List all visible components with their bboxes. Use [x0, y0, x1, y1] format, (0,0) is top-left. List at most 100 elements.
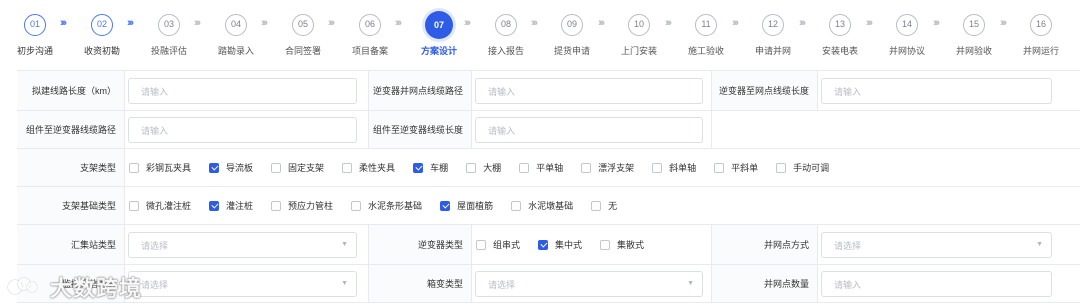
- form-row: 支架类型 彩钢瓦夹具 导流板 固定支架 柔性夹具 车棚 大棚 平单轴 漂浮支架 斜单轴 平斜单 手动…: [17, 149, 1080, 187]
- inverter-cable-length-input[interactable]: 请输入: [821, 78, 1052, 104]
- checkbox-label: 柔性夹具: [359, 163, 396, 173]
- field-label: 组件至逆变器线缆路径: [17, 111, 124, 148]
- step-12[interactable]: 12 申请并网: [740, 14, 806, 57]
- checkbox-checked[interactable]: [413, 162, 424, 173]
- step-05[interactable]: 05 合同签署: [270, 14, 336, 57]
- checkbox-option[interactable]: 灌注桩: [209, 199, 253, 212]
- step-04[interactable]: 04 踏勘录入: [203, 14, 269, 57]
- checkbox[interactable]: [776, 162, 787, 173]
- checkbox[interactable]: [466, 162, 477, 173]
- step-14[interactable]: 14 并网协议: [874, 14, 940, 57]
- checkbox-option[interactable]: 漂浮支架: [581, 161, 634, 174]
- step-01[interactable]: 01 初步沟通: [2, 14, 68, 57]
- checkbox[interactable]: [129, 200, 139, 211]
- checkbox-option[interactable]: 集中式: [538, 238, 582, 251]
- checkbox-label: 固定支架: [288, 163, 325, 173]
- checkbox-option[interactable]: 微孔灌注桩: [129, 199, 191, 212]
- inverter-cable-path-input[interactable]: 请输入: [475, 78, 703, 104]
- checkbox[interactable]: [271, 200, 282, 211]
- monitoring-comm-select[interactable]: 请选择 ▼: [128, 271, 357, 297]
- grid-connection-mode-select[interactable]: 请选择 ▼: [821, 232, 1052, 258]
- checkbox-checked[interactable]: [440, 200, 451, 211]
- checkbox-option[interactable]: 集散式: [600, 238, 644, 251]
- checkbox[interactable]: [652, 162, 663, 173]
- checkbox-option[interactable]: 预应力管柱: [271, 199, 333, 212]
- form-row: 汇集站类型 请选择 ▼ 逆变器类型 组串式 集中式 集散式 并网点方式 请选择 ▼: [17, 225, 1080, 265]
- step-07[interactable]: 07 方案设计: [406, 11, 472, 57]
- step-08[interactable]: 08 接入报告: [473, 14, 539, 57]
- checkbox-option[interactable]: 平单轴: [519, 161, 563, 174]
- step-11[interactable]: 11 施工验收: [673, 14, 739, 57]
- checkbox[interactable]: [342, 162, 353, 173]
- checkbox-option[interactable]: 屋面植筋: [440, 199, 493, 212]
- step-15[interactable]: 15 并网验收: [941, 14, 1007, 57]
- checkbox[interactable]: [129, 162, 139, 173]
- checkbox[interactable]: [591, 200, 602, 211]
- module-cable-length-input[interactable]: 请输入: [475, 117, 703, 143]
- checkbox-option[interactable]: 组串式: [476, 238, 520, 251]
- watermark-text: 大数跨境: [50, 276, 143, 301]
- step-number: 03: [158, 14, 180, 36]
- checkbox-option[interactable]: 手动可调: [776, 161, 829, 174]
- select-placeholder: 请选择: [141, 240, 169, 251]
- checkbox[interactable]: [714, 162, 725, 173]
- line-length-input[interactable]: 请输入: [128, 78, 357, 104]
- step-number: 14: [896, 14, 918, 36]
- checkbox-option[interactable]: 固定支架: [271, 161, 324, 174]
- checkbox[interactable]: [581, 162, 592, 173]
- checkbox-checked[interactable]: [209, 162, 220, 173]
- step-02[interactable]: 02 收资初勘: [69, 14, 135, 57]
- chevron-icon: ›››: [531, 17, 538, 29]
- divider: [817, 265, 818, 302]
- checkbox-option[interactable]: 柔性夹具: [342, 161, 395, 174]
- design-form: 拟建线路长度（km） 请输入 逆变器并网点线缆路径 请输入 逆变器至网点线缆长度…: [17, 70, 1080, 303]
- checkbox-option[interactable]: 大棚: [466, 161, 501, 174]
- checkbox-checked[interactable]: [538, 239, 549, 250]
- grid-point-count-input[interactable]: 请输入: [821, 271, 1052, 297]
- chevron-down-icon: ▼: [341, 280, 348, 287]
- chevron-icon: ›››: [799, 17, 806, 29]
- checkbox-label: 无: [608, 201, 618, 211]
- step-number: 16: [1030, 14, 1052, 36]
- checkbox-option[interactable]: 导流板: [209, 161, 253, 174]
- checkbox-option[interactable]: 彩钢瓦夹具: [129, 161, 191, 174]
- checkbox-option[interactable]: 无: [591, 199, 617, 212]
- checkbox[interactable]: [271, 162, 282, 173]
- step-label: 安装电表: [821, 46, 858, 56]
- step-09[interactable]: 09 提货申请: [539, 14, 605, 57]
- checkbox[interactable]: [511, 200, 522, 211]
- checkbox-label: 集散式: [617, 240, 645, 250]
- step-03[interactable]: 03 投融评估: [136, 14, 202, 57]
- watermark: 大数跨境: [8, 272, 142, 302]
- step-06[interactable]: 06 项目备案: [337, 14, 403, 57]
- bracket-type-group: 彩钢瓦夹具 导流板 固定支架 柔性夹具 车棚 大棚 平单轴 漂浮支架 斜单轴 平斜单 手动可调: [129, 149, 847, 186]
- step-label: 方案设计: [420, 46, 457, 56]
- collector-station-select[interactable]: 请选择 ▼: [128, 232, 357, 258]
- checkbox-label: 屋面植筋: [457, 201, 494, 211]
- module-cable-path-input[interactable]: 请输入: [128, 117, 357, 143]
- divider: [471, 265, 472, 302]
- divider: [471, 111, 472, 148]
- checkbox-option[interactable]: 水泥墩基础: [511, 199, 573, 212]
- checkbox-option[interactable]: 车棚: [413, 161, 448, 174]
- box-transformer-select[interactable]: 请选择 ▼: [475, 271, 703, 297]
- step-label: 并网验收: [955, 46, 992, 56]
- checkbox-label: 漂浮支架: [598, 163, 635, 173]
- checkbox[interactable]: [351, 200, 362, 211]
- checkbox[interactable]: [519, 162, 530, 173]
- checkbox[interactable]: [600, 239, 611, 250]
- divider: [817, 71, 818, 110]
- step-label: 踏勘录入: [217, 46, 254, 56]
- checkbox-option[interactable]: 水泥条形基础: [351, 199, 422, 212]
- step-number: 04: [225, 14, 247, 36]
- step-16[interactable]: 16 并网运行: [1008, 14, 1074, 57]
- field-label: 箱变类型: [369, 265, 471, 302]
- step-13[interactable]: 13 安装电表: [807, 14, 873, 57]
- checkbox-option[interactable]: 斜单轴: [652, 161, 696, 174]
- checkbox[interactable]: [476, 239, 486, 250]
- checkbox-checked[interactable]: [209, 200, 220, 211]
- step-10[interactable]: 10 上门安装: [606, 14, 672, 57]
- checkbox-label: 水泥条形基础: [368, 201, 423, 211]
- field-label: 支架类型: [17, 149, 124, 186]
- checkbox-option[interactable]: 平斜单: [714, 161, 758, 174]
